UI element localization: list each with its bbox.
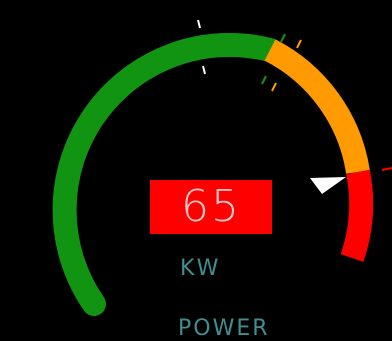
gauge-tick-warning-inner-1 (261, 75, 267, 85)
gauge-zone-critical (340, 169, 374, 262)
gauge-value: 65 (181, 181, 241, 232)
gauge-tick-mid-outer (197, 19, 201, 29)
gauge-dial (52, 19, 392, 316)
gauge-unit: KW (180, 256, 222, 281)
gauge-tick-mid-inner (202, 65, 206, 75)
gauge-label: POWER (178, 316, 270, 341)
gauge-tick-warning-inner-2 (271, 82, 277, 92)
gauge-tick-warning-outer-2 (296, 39, 302, 49)
gauge-zone-warning (264, 39, 370, 175)
value-display: 65 (150, 180, 272, 234)
gauge-tick-critical-outer (381, 167, 392, 171)
gauge-tick-warning-outer-1 (280, 33, 286, 43)
triangle-pointer-icon (310, 177, 346, 194)
power-gauge: 65 KW POWER (0, 0, 392, 341)
